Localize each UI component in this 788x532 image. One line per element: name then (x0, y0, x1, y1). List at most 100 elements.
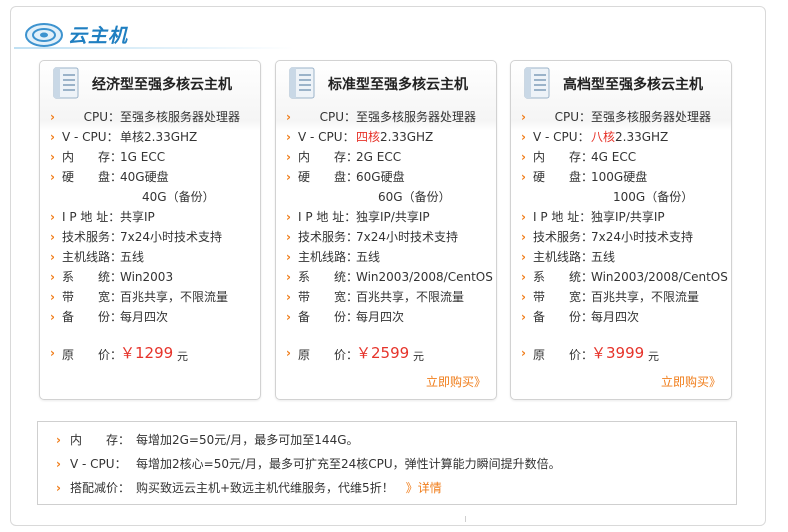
spec-value-text: 五线 (591, 250, 616, 264)
spec-value-text: 百兆共享，不限流量 (591, 290, 700, 304)
spec-label: 带 宽： (533, 290, 594, 304)
spec-label: 备 份： (298, 310, 359, 324)
spec-label: V - CPU： (298, 130, 355, 144)
spec-label: 技术服务： (533, 230, 594, 244)
spec-value-text: 五线 (356, 250, 381, 264)
spec-value: 7x24小时技术支持 (591, 227, 693, 247)
spec-value-text: 2G ECC (356, 150, 402, 164)
chevron-right-icon: › (521, 110, 526, 124)
spec-label: 系 统： (298, 270, 359, 284)
price-label: 原 价： (298, 348, 359, 362)
spec-label: 内 存： (298, 150, 359, 164)
plan-card: 经济型至强多核云主机 › CPU： 至强多核服务器处理器 › V - CPU： 单核2.33… (39, 60, 261, 400)
spec-value-text: Win2003/2008/CentOS (591, 270, 728, 284)
chevron-right-icon: › (521, 270, 526, 284)
chevron-right-icon: › (521, 250, 526, 264)
plan-card: 标准型至强多核云主机 › CPU： 至强多核服务器处理器 › V - CPU： 四核2.33… (275, 60, 497, 400)
note-text: 购买致远云主机+致远主机代维服务，代维5折！ (136, 481, 394, 495)
spec-label: 硬 盘： (298, 170, 359, 184)
spec-row: › 备 份： 每月四次 (286, 307, 500, 327)
spec-value-text: 至强多核服务器处理器 (120, 110, 241, 124)
spec-label: 带 宽： (298, 290, 359, 304)
spec-value-text: 至强多核服务器处理器 (591, 110, 712, 124)
spec-value-text: 7x24小时技术支持 (120, 230, 223, 244)
spec-value-text: 每月四次 (591, 310, 640, 324)
chevron-right-icon: › (286, 346, 291, 360)
spec-row: › 内 存： 4G ECC (521, 147, 735, 167)
price-unit: 元 (177, 350, 188, 363)
note-text-wrap: 购买致远云主机+致远主机代维服务，代维5折！ 》详情 (136, 478, 442, 498)
spec-label: 主机线路： (533, 250, 594, 264)
spec-value-text: Win2003/2008/CentOS (356, 270, 493, 284)
spec-value: 五线 (120, 247, 144, 267)
spec-label: I P 地 址： (533, 210, 592, 224)
chevron-right-icon: › (50, 210, 55, 224)
spec-label: V - CPU： (62, 130, 119, 144)
spec-label: 内 存： (62, 150, 123, 164)
buy-now-link[interactable]: 立即购买》 (661, 373, 721, 390)
spec-row: › I P 地 址： 独享IP/共享IP (521, 207, 735, 227)
chevron-right-icon: › (50, 310, 55, 324)
chevron-right-icon: › (286, 130, 291, 144)
spec-highlight: 四核 (356, 130, 381, 144)
spec-row: › CPU： 至强多核服务器处理器 (521, 107, 735, 127)
spec-row: › 带 宽： 百兆共享，不限流量 (286, 287, 500, 307)
spec-label: 备 份： (62, 310, 123, 324)
spec-label: 内 存： (533, 150, 594, 164)
plan-title: 标准型至强多核云主机 (328, 77, 468, 93)
spec-row: › 硬 盘： 60G硬盘 (286, 167, 500, 187)
spec-value: Win2003/2008/CentOS (356, 267, 493, 287)
chevron-right-icon: › (521, 290, 526, 304)
spec-label: 备 份： (533, 310, 594, 324)
spec-row: › 带 宽： 百兆共享，不限流量 (50, 287, 264, 307)
spec-row: › 硬 盘： 100G硬盘 (521, 167, 735, 187)
header-divider (14, 47, 294, 49)
spec-row: › 带 宽： 百兆共享，不限流量 (521, 287, 735, 307)
spec-label: 主机线路： (298, 250, 359, 264)
spec-row: › I P 地 址： 独享IP/共享IP (286, 207, 500, 227)
spec-row: › CPU： 至强多核服务器处理器 (286, 107, 500, 127)
document-icon (53, 67, 79, 99)
plan-card-header: 经济型至强多核云主机 (40, 61, 260, 103)
spec-row: › 技术服务： 7x24小时技术支持 (50, 227, 264, 247)
spec-value: 4G ECC (591, 147, 636, 167)
note-text-wrap: 每增加2核心=50元/月，最多可扩充至24核CPU，弹性计算能力瞬间提升数倍。 (136, 454, 561, 474)
details-link[interactable]: 》详情 (406, 481, 442, 495)
spec-value: 2G ECC (356, 147, 401, 167)
price-label: 原 价： (62, 348, 123, 362)
chevron-right-icon: › (50, 170, 55, 184)
chevron-right-icon: › (286, 250, 291, 264)
chevron-right-icon: › (521, 310, 526, 324)
chevron-right-icon: › (521, 130, 526, 144)
spec-label: I P 地 址： (62, 210, 121, 224)
plan-card-header: 高档型至强多核云主机 (511, 61, 731, 103)
price-value: ￥3999 (591, 344, 645, 362)
spec-value: 每月四次 (356, 307, 404, 327)
price-row: › 原 价： ￥1299 元 (50, 342, 250, 366)
note-text-wrap: 每增加2G=50元/月，最多可加至144G。 (136, 430, 359, 450)
spec-value-text: 7x24小时技术支持 (591, 230, 694, 244)
chevron-right-icon: › (521, 170, 526, 184)
spec-label: 系 统： (62, 270, 123, 284)
price-row: › 原 价： ￥2599 元 (286, 342, 486, 366)
cloud-logo-icon (25, 23, 63, 47)
spec-value: 7x24小时技术支持 (120, 227, 222, 247)
spec-row: 40G（备份） (50, 187, 264, 207)
spec-row: › 系 统： Win2003 (50, 267, 264, 287)
chevron-right-icon: › (50, 346, 55, 360)
chevron-right-icon: › (50, 250, 55, 264)
spec-value: 每月四次 (591, 307, 639, 327)
spec-label: 带 宽： (62, 290, 123, 304)
price-value: ￥2599 (356, 344, 410, 362)
spec-label: CPU： (83, 110, 120, 124)
spec-row: › V - CPU： 八核2.33GHZ (521, 127, 735, 147)
chevron-right-icon: › (50, 110, 55, 124)
spec-value-text: 每月四次 (120, 310, 169, 324)
spec-row: › 备 份： 每月四次 (50, 307, 264, 327)
spec-row: › 系 统： Win2003/2008/CentOS (286, 267, 500, 287)
spec-value: 百兆共享，不限流量 (591, 287, 699, 307)
spec-row: › 主机线路： 五线 (521, 247, 735, 267)
buy-now-link[interactable]: 立即购买》 (426, 373, 486, 390)
chevron-right-icon: › (50, 290, 55, 304)
spec-value-text: Win2003 (120, 270, 174, 284)
